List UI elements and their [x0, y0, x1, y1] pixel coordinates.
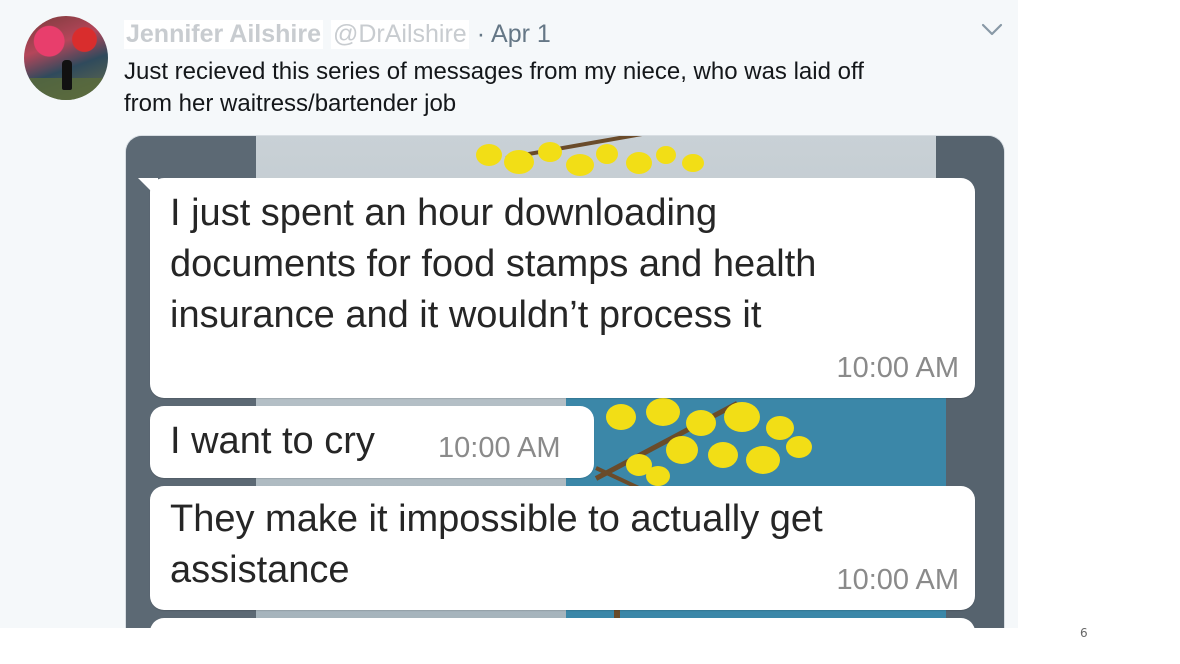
message-line: documents for food stamps and health — [170, 243, 817, 285]
blossom — [686, 410, 716, 436]
blossom — [596, 144, 618, 164]
blossom — [566, 154, 594, 176]
page-number: 6 — [1080, 626, 1088, 640]
blossom — [708, 442, 738, 468]
blossom — [626, 152, 652, 174]
blossom — [682, 154, 704, 172]
blossom — [656, 146, 676, 164]
blossom — [724, 402, 760, 432]
message-text: I just spent an hour downloading documen… — [170, 188, 816, 341]
avatar[interactable] — [24, 16, 108, 100]
separator-dot: · — [476, 19, 486, 48]
blossom — [504, 150, 534, 174]
blossom — [646, 466, 670, 486]
message-timestamp: 10:00 AM — [836, 564, 959, 596]
tweet-date[interactable]: Apr 1 — [491, 20, 551, 49]
blossom — [606, 404, 636, 430]
avatar-figure — [62, 60, 72, 90]
message-bubble[interactable]: I just spent an hour downloading documen… — [138, 178, 975, 398]
message-bubble-partial[interactable] — [150, 618, 975, 628]
message-bubble[interactable]: I want to cry 10:00 AM — [150, 406, 594, 478]
tweet-text: Just recieved this series of messages fr… — [124, 56, 984, 120]
tweet-header: Jennifer Ailshire @DrAilshire · Apr 1 — [124, 18, 551, 50]
tweet-text-line: Just recieved this series of messages fr… — [124, 58, 864, 85]
message-line: They make it impossible to actually get — [170, 498, 823, 540]
blossom — [646, 398, 680, 426]
message-bubble[interactable]: They make it impossible to actually get … — [150, 486, 975, 610]
message-timestamp: 10:00 AM — [836, 352, 959, 384]
message-line: insurance and it wouldn’t process it — [170, 294, 762, 336]
tweet-card[interactable]: Jennifer Ailshire @DrAilshire · Apr 1 Ju… — [0, 0, 1018, 628]
message-line: assistance — [170, 549, 350, 591]
blossom — [746, 446, 780, 474]
message-timestamp: 10:00 AM — [438, 432, 561, 464]
blossom — [538, 142, 562, 162]
chevron-down-icon[interactable] — [978, 18, 1006, 42]
message-line: I just spent an hour downloading — [170, 192, 718, 234]
blossom — [476, 144, 502, 166]
tweet-media-image[interactable]: I just spent an hour downloading documen… — [126, 136, 1004, 628]
blossom — [766, 416, 794, 440]
tweet-text-line: from her waitress/bartender job — [124, 90, 457, 117]
message-text: I want to cry — [170, 420, 375, 462]
bubble-tail — [138, 178, 158, 198]
user-handle[interactable]: @DrAilshire — [330, 19, 469, 49]
blossom — [786, 436, 812, 458]
display-name[interactable]: Jennifer Ailshire — [124, 19, 323, 49]
message-text: They make it impossible to actually get … — [170, 494, 823, 596]
blossom — [666, 436, 698, 464]
